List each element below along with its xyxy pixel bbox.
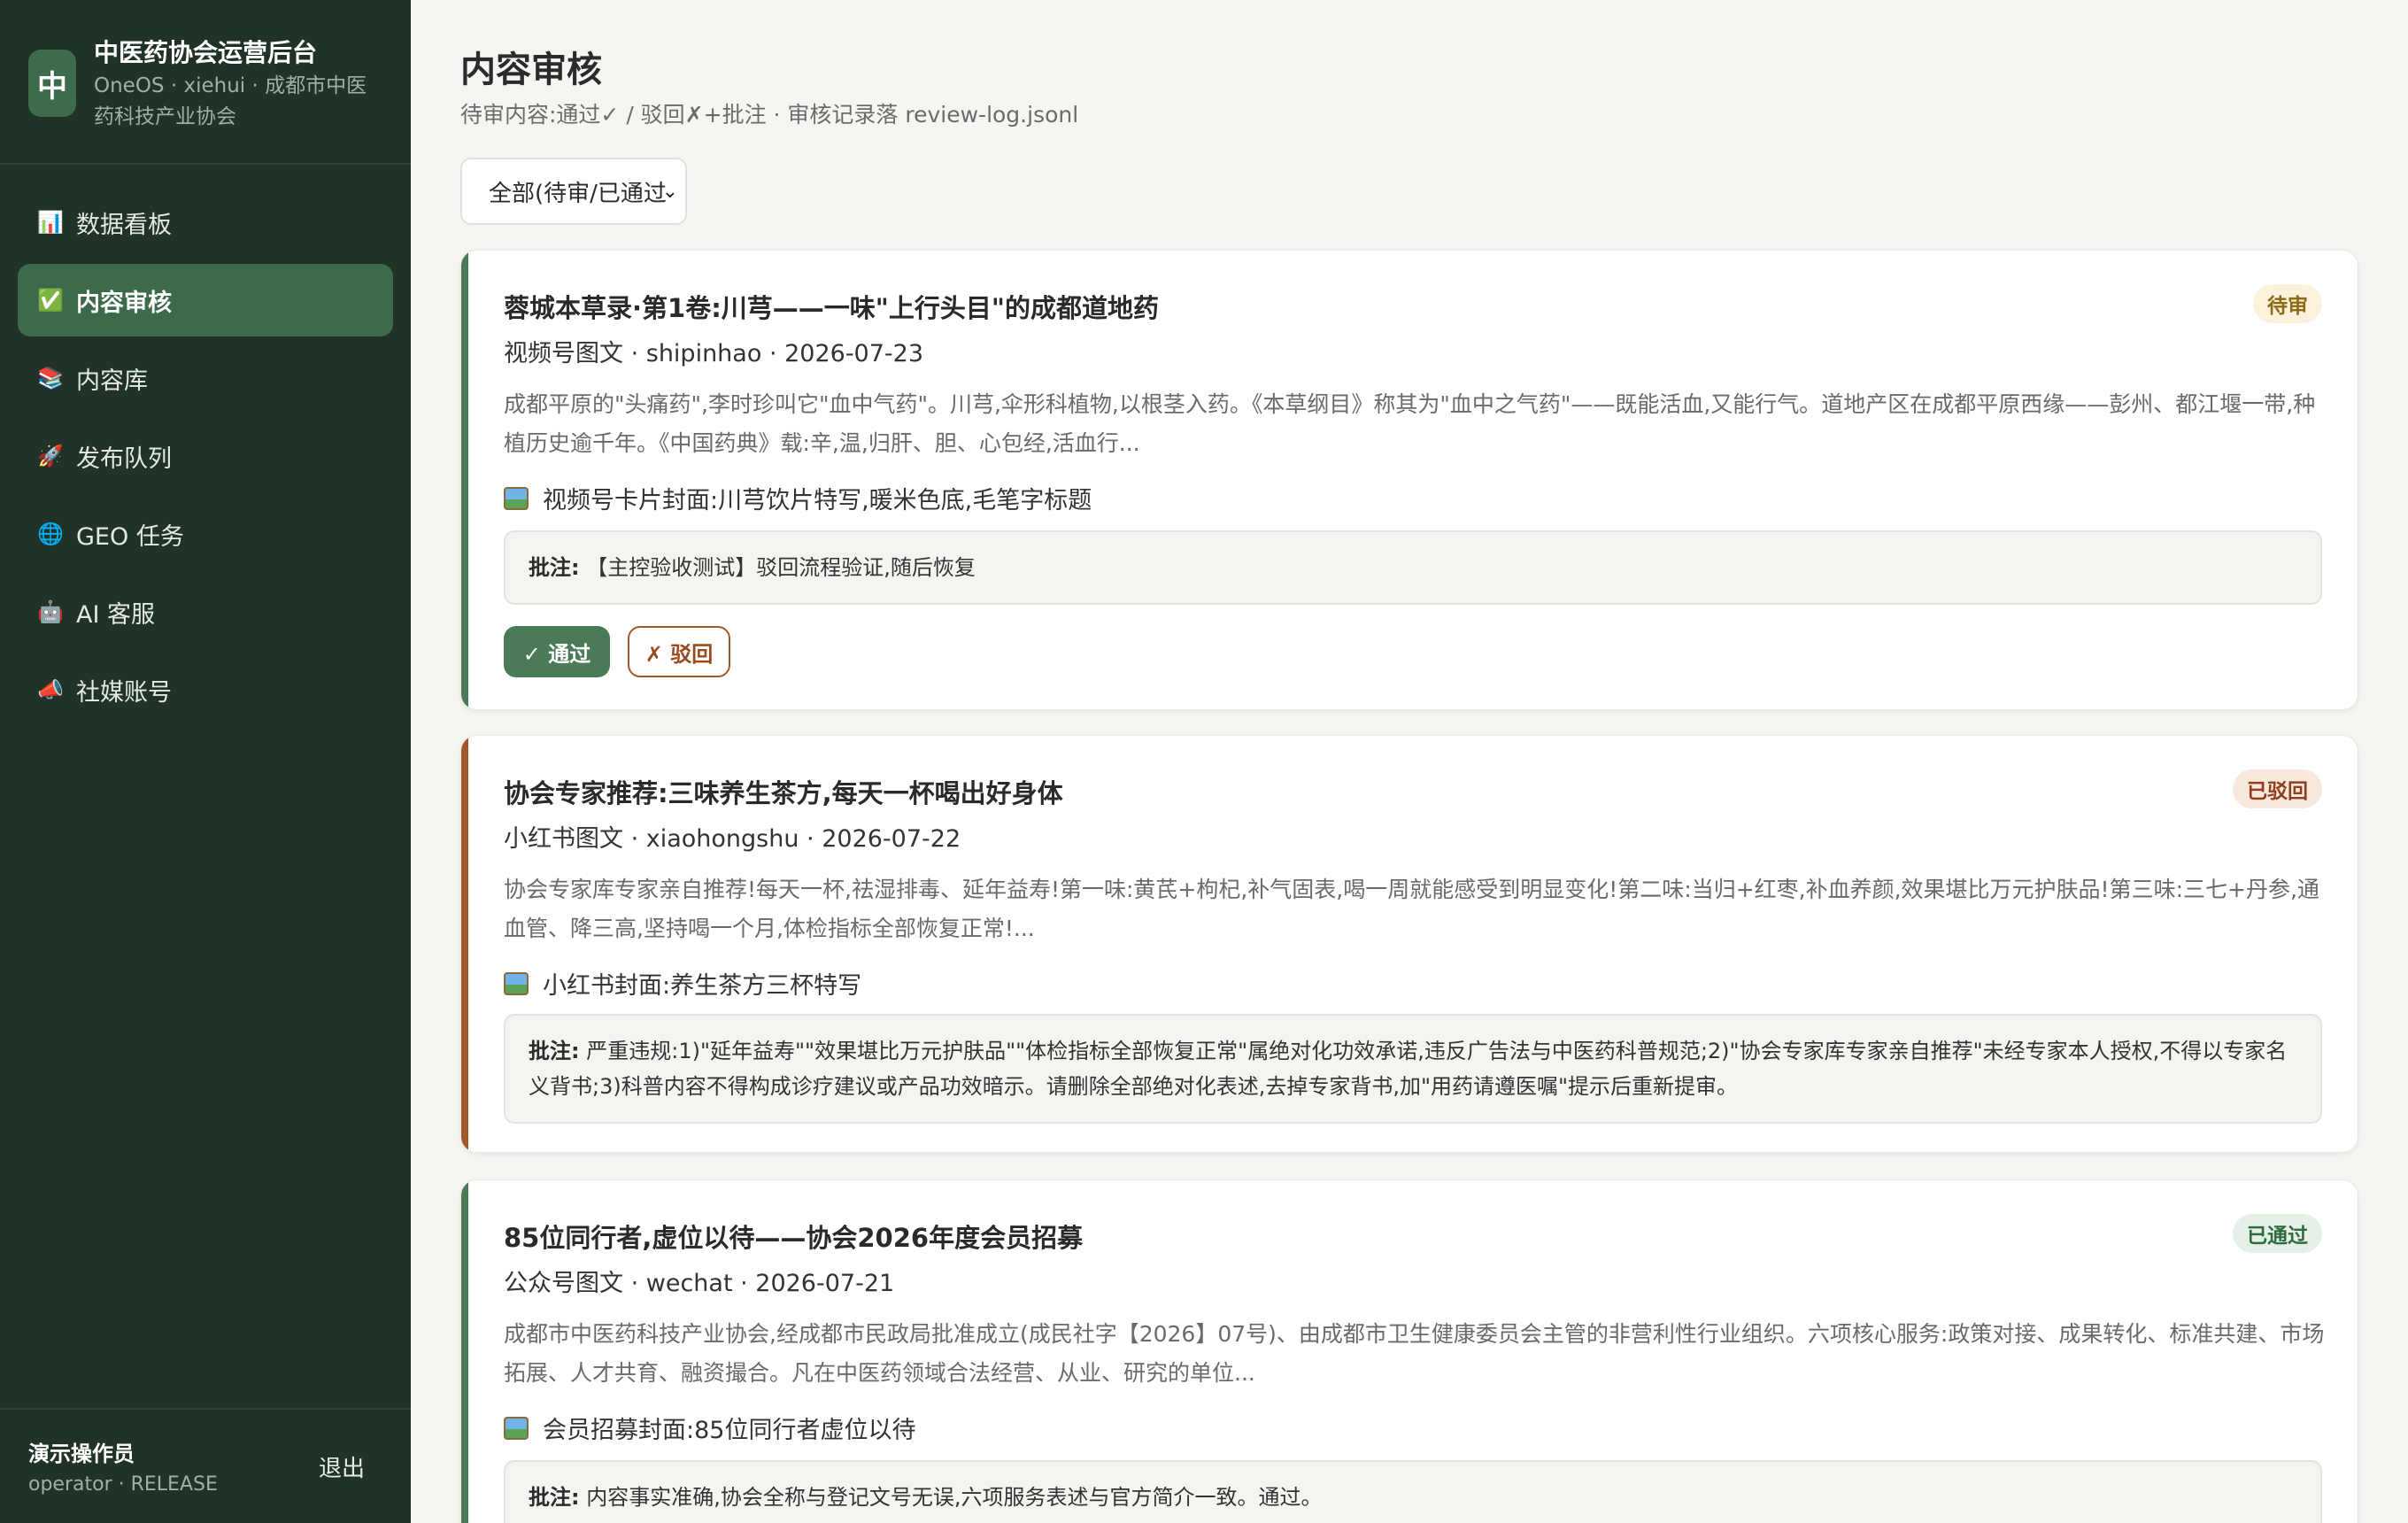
operator-role: operator · RELEASE	[28, 1473, 218, 1496]
review-note: 批注: 内容事实准确,协会全称与登记文号无误,六项服务表述与官方简介一致。通过。	[504, 1460, 2322, 1523]
note-label: 批注:	[529, 1039, 580, 1063]
card-status-bar	[461, 251, 468, 709]
brand-title: 中医药协会运营后台	[94, 38, 318, 67]
note-label: 批注:	[529, 1485, 580, 1510]
card-status-bar	[461, 736, 468, 1152]
operator-name: 演示操作员	[28, 1442, 135, 1466]
review-card: 协会专家推荐:三味养生茶方,每天一杯喝出好身体 已驳回 小红书图文 · xiao…	[460, 735, 2358, 1153]
sidebar-item-social-accounts[interactable]: 📣 社媒账号	[18, 653, 393, 726]
rocket-icon: 🚀	[37, 444, 64, 468]
review-card: 85位同行者,虚位以待——协会2026年度会员招募 已通过 公众号图文 · we…	[460, 1179, 2358, 1523]
chevron-down-icon: ⌄	[661, 181, 678, 203]
sidebar-item-geo[interactable]: 🌐 GEO 任务	[18, 498, 393, 570]
sidebar-item-ai-support[interactable]: 🤖 AI 客服	[18, 576, 393, 648]
sidebar-item-label: 内容库	[76, 367, 148, 395]
card-cover: 会员招募封面:85位同行者虚位以待	[504, 1411, 915, 1445]
picture-icon	[504, 486, 529, 510]
status-filter-select[interactable]: 全部(待审/已通过 ⌄	[460, 158, 687, 225]
card-title: 蓉城本草录·第1卷:川芎——一味"上行头目"的成都道地药	[504, 293, 1160, 323]
card-cover: 小红书封面:养生茶方三杯特写	[504, 966, 861, 1001]
review-note: 批注: 【主控验收测试】驳回流程验证,随后恢复	[504, 530, 2322, 605]
review-note: 批注: 严重违规:1)"延年益寿""效果堪比万元护肤品""体检指标全部恢复正常"…	[504, 1014, 2322, 1124]
sidebar-footer: 演示操作员 operator · RELEASE 退出	[0, 1408, 411, 1523]
sidebar-item-label: 发布队列	[76, 445, 172, 473]
card-body: 成都平原的"头痛药",李时珍叫它"血中气药"。川芎,伞形科植物,以根茎入药。《本…	[504, 391, 2316, 456]
note-label: 批注:	[529, 555, 580, 580]
sidebar-item-label: 内容审核	[76, 289, 172, 317]
bar-chart-icon: 📊	[37, 210, 64, 235]
sidebar-item-label: 数据看板	[76, 211, 172, 239]
globe-icon: 🌐	[37, 522, 64, 546]
status-badge: 已通过	[2233, 1214, 2322, 1253]
status-badge: 已驳回	[2233, 769, 2322, 808]
card-meta: 视频号图文 · shipinhao · 2026-07-23	[504, 340, 924, 367]
sidebar: 中 中医药协会运营后台 OneOS · xiehui · 成都市中医药科技产业协…	[0, 0, 411, 1523]
sidebar-item-dashboard[interactable]: 📊 数据看板	[18, 186, 393, 259]
page-subtitle: 待审内容:通过✓ / 驳回✗+批注 · 审核记录落 review-log.jso…	[460, 102, 1079, 128]
main-content: 内容审核 待审内容:通过✓ / 驳回✗+批注 · 审核记录落 review-lo…	[411, 0, 2408, 1523]
brand-logo: 中	[28, 50, 76, 117]
sidebar-item-label: AI 客服	[76, 600, 156, 629]
status-badge: 待审	[2253, 284, 2322, 323]
note-text: 【主控验收测试】驳回流程验证,随后恢复	[586, 555, 976, 580]
card-cover-text: 视频号卡片封面:川芎饮片特写,暖米色底,毛笔字标题	[543, 487, 1092, 514]
sidebar-item-review[interactable]: ✅ 内容审核	[18, 264, 393, 336]
brand: 中 中医药协会运营后台 OneOS · xiehui · 成都市中医药科技产业协…	[0, 0, 411, 165]
check-icon: ✅	[37, 288, 64, 313]
status-filter-value: 全部(待审/已通过	[489, 180, 667, 207]
sidebar-item-label: GEO 任务	[76, 522, 184, 551]
card-title: 协会专家推荐:三味养生茶方,每天一杯喝出好身体	[504, 778, 1063, 808]
sidebar-item-library[interactable]: 📚 内容库	[18, 342, 393, 414]
books-icon: 📚	[37, 366, 64, 390]
page-title: 内容审核	[460, 50, 602, 90]
approve-button[interactable]: ✓ 通过	[504, 626, 610, 677]
card-cover-text: 小红书封面:养生茶方三杯特写	[543, 972, 862, 1000]
sidebar-item-label: 社媒账号	[76, 678, 172, 707]
card-meta: 公众号图文 · wechat · 2026-07-21	[504, 1270, 895, 1297]
card-cover-text: 会员招募封面:85位同行者虚位以待	[543, 1417, 916, 1444]
card-body: 协会专家库专家亲自推荐!每天一杯,祛湿排毒、延年益寿!第一味:黄芪+枸杞,补气固…	[504, 877, 2319, 941]
sidebar-nav: 📊 数据看板 ✅ 内容审核 📚 内容库 🚀 发布队列 🌐 GEO 任务 🤖 AI…	[18, 186, 393, 731]
card-title: 85位同行者,虚位以待——协会2026年度会员招募	[504, 1223, 1084, 1253]
logout-button[interactable]: 退出	[319, 1450, 365, 1483]
brand-subtitle: OneOS · xiehui · 成都市中医药科技产业协会	[94, 74, 367, 128]
reject-button[interactable]: ✗ 驳回	[628, 626, 730, 677]
note-text: 严重违规:1)"延年益寿""效果堪比万元护肤品""体检指标全部恢复正常"属绝对化…	[529, 1039, 2288, 1099]
megaphone-icon: 📣	[37, 677, 64, 702]
picture-icon	[504, 1416, 529, 1440]
card-status-bar	[461, 1180, 468, 1523]
card-meta: 小红书图文 · xiaohongshu · 2026-07-22	[504, 825, 961, 853]
card-cover: 视频号卡片封面:川芎饮片特写,暖米色底,毛笔字标题	[504, 481, 1092, 515]
sidebar-item-publish-queue[interactable]: 🚀 发布队列	[18, 420, 393, 492]
review-card: 蓉城本草录·第1卷:川芎——一味"上行头目"的成都道地药 待审 视频号图文 · …	[460, 250, 2358, 710]
robot-icon: 🤖	[37, 599, 64, 624]
picture-icon	[504, 971, 529, 995]
card-body: 成都市中医药科技产业协会,经成都市民政局批准成立(成民社字【2026】07号)、…	[504, 1321, 2325, 1386]
note-text: 内容事实准确,协会全称与登记文号无误,六项服务表述与官方简介一致。通过。	[586, 1485, 1323, 1510]
